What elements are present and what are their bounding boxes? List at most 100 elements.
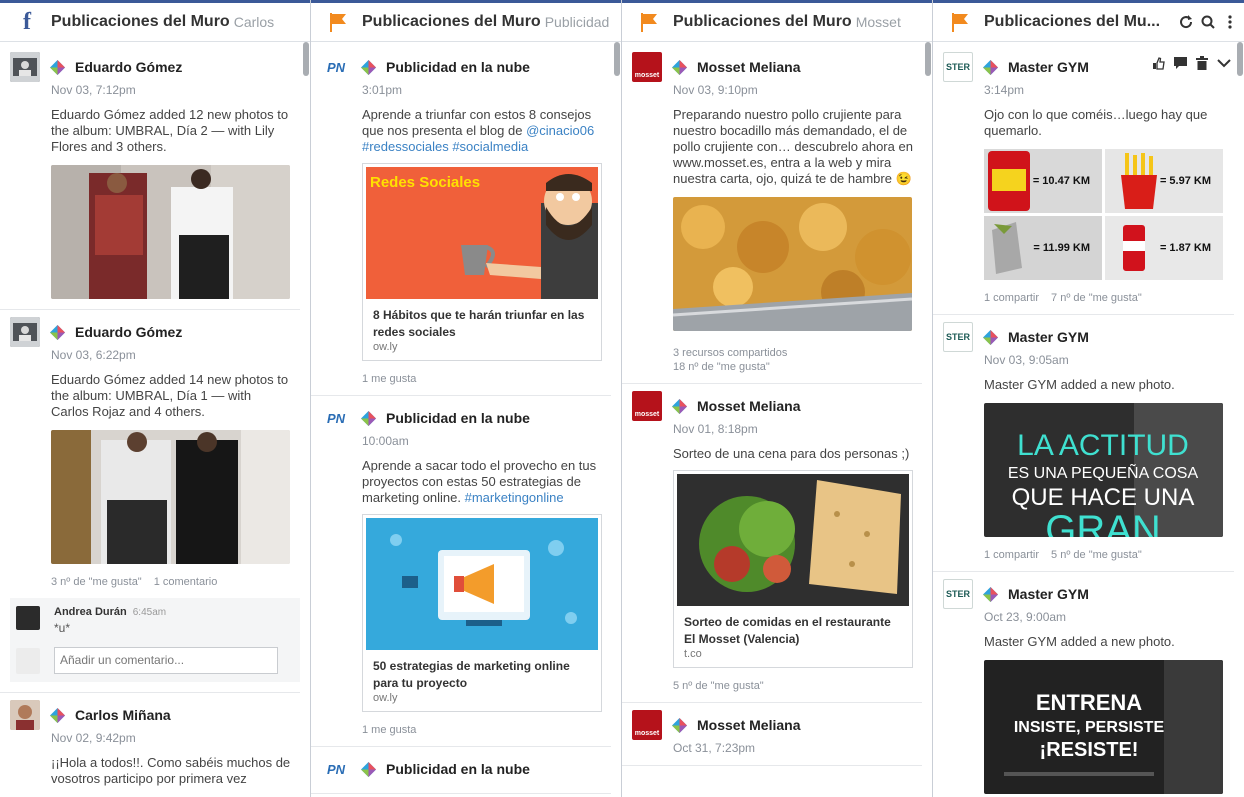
hootsuite-source-icon bbox=[672, 398, 687, 414]
likes-count[interactable]: 7 nº de "me gusta" bbox=[1051, 292, 1142, 304]
avatar[interactable]: PN bbox=[321, 754, 351, 784]
post-timestamp[interactable]: Nov 03, 9:10pm bbox=[673, 83, 922, 97]
column-header[interactable]: Publicaciones del Mu... bbox=[933, 0, 1244, 42]
shares-count[interactable]: 1 compartir bbox=[984, 549, 1039, 561]
chevron-down-icon[interactable] bbox=[1216, 55, 1232, 71]
author-name[interactable]: Eduardo Gómez bbox=[75, 324, 182, 340]
hootsuite-source-icon bbox=[983, 329, 998, 345]
likes-count[interactable]: 1 me gusta bbox=[362, 373, 416, 385]
avatar[interactable]: PN bbox=[321, 403, 351, 433]
avatar[interactable]: STER bbox=[943, 579, 973, 609]
avatar[interactable]: STER bbox=[943, 52, 973, 82]
avatar[interactable] bbox=[10, 700, 40, 730]
photo-grid-cell[interactable]: = 1.87 KM bbox=[1105, 216, 1223, 280]
image-text-2: ES UNA PEQUEÑA COSA bbox=[1008, 462, 1199, 482]
facebook-icon: f bbox=[23, 9, 31, 35]
post-photo[interactable] bbox=[51, 165, 290, 299]
likes-count[interactable]: 5 nº de "me gusta" bbox=[1051, 549, 1142, 561]
post: mosset Mosset Meliana Nov 03, 9:10pm Pre… bbox=[622, 45, 922, 384]
post-timestamp[interactable]: Nov 03, 7:12pm bbox=[51, 83, 300, 97]
add-comment-input[interactable]: Añadir un comentario... bbox=[54, 647, 278, 674]
link-preview-card[interactable]: 50 estrategias de marketing online para … bbox=[362, 514, 602, 712]
column-header[interactable]: Publicaciones del Muro Publicidad bbox=[311, 0, 621, 42]
likes-count[interactable]: 18 nº de "me gusta" bbox=[673, 361, 922, 373]
author-name[interactable]: Master GYM bbox=[1008, 586, 1089, 602]
post: mosset Mosset Meliana Oct 31, 7:23pm bbox=[622, 703, 922, 766]
post-photo[interactable]: ENTRENA INSISTE, PERSISTE ¡RESISTE! bbox=[984, 660, 1223, 794]
comment: Andrea Durán 6:45am *u* bbox=[16, 606, 294, 635]
link-preview-title[interactable]: Sorteo de comidas en el restaurante El M… bbox=[677, 606, 909, 648]
avatar[interactable] bbox=[10, 317, 40, 347]
likes-count[interactable]: 5 nº de "me gusta" bbox=[673, 680, 764, 692]
stream-column-gym: Publicaciones del Mu... STER Master GYM … bbox=[933, 0, 1244, 797]
scrollbar[interactable] bbox=[925, 42, 931, 76]
post-timestamp[interactable]: Nov 03, 6:22pm bbox=[51, 348, 300, 362]
author-name[interactable]: Mosset Meliana bbox=[697, 717, 800, 733]
comment-time: 6:45am bbox=[132, 607, 167, 618]
post-timestamp[interactable]: Nov 03, 9:05am bbox=[984, 353, 1234, 367]
author-name[interactable]: Eduardo Gómez bbox=[75, 59, 182, 75]
flag-icon bbox=[638, 11, 660, 33]
column-header[interactable]: Publicaciones del Muro Mosset bbox=[622, 0, 932, 42]
link-preview-image bbox=[677, 474, 909, 606]
scrollbar[interactable] bbox=[303, 42, 309, 76]
feed: mosset Mosset Meliana Nov 03, 9:10pm Pre… bbox=[622, 45, 922, 766]
link-preview-title[interactable]: 8 Hábitos que te harán triunfar en las r… bbox=[366, 299, 598, 341]
commenter-name[interactable]: Andrea Durán bbox=[54, 606, 127, 618]
post-photo[interactable]: LA ACTITUD ES UNA PEQUEÑA COSA QUE HACE … bbox=[984, 403, 1223, 537]
scrollbar[interactable] bbox=[1237, 42, 1243, 76]
post-timestamp[interactable]: Nov 01, 8:18pm bbox=[673, 422, 922, 436]
photo-grid-cell[interactable]: = 5.97 KM bbox=[1105, 149, 1223, 213]
hootsuite-source-icon bbox=[672, 717, 687, 733]
likes-count[interactable]: 1 me gusta bbox=[362, 724, 416, 736]
shares-count[interactable]: 3 recursos compartidos bbox=[673, 347, 922, 359]
post-hashtags[interactable]: #marketingonline bbox=[465, 490, 564, 505]
dashboard-board: f Publicaciones del Muro Carlos Eduardo … bbox=[0, 0, 1244, 797]
author-name[interactable]: Mosset Meliana bbox=[697, 59, 800, 75]
post-photo[interactable] bbox=[673, 197, 912, 331]
post-timestamp[interactable]: Nov 02, 9:42pm bbox=[51, 731, 300, 745]
link-preview-title[interactable]: 50 estrategias de marketing online para … bbox=[366, 650, 598, 692]
comment-icon[interactable] bbox=[1172, 55, 1188, 71]
avatar[interactable]: mosset bbox=[632, 52, 662, 82]
post-timestamp[interactable]: 10:00am bbox=[362, 434, 611, 448]
post-text: Aprende a sacar todo el provecho en tus … bbox=[362, 458, 603, 506]
avatar[interactable]: PN bbox=[321, 52, 351, 82]
column-header[interactable]: f Publicaciones del Muro Carlos bbox=[0, 0, 310, 42]
avatar[interactable] bbox=[10, 52, 40, 82]
author-name[interactable]: Publicidad en la nube bbox=[386, 410, 530, 426]
author-name[interactable]: Publicidad en la nube bbox=[386, 59, 530, 75]
author-name[interactable]: Carlos Miñana bbox=[75, 707, 171, 723]
avatar-logo-text: mosset bbox=[634, 72, 660, 79]
commenter-avatar[interactable] bbox=[16, 606, 40, 630]
post: PN Publicidad en la nube 3:01pm Aprende … bbox=[311, 45, 611, 396]
post-timestamp[interactable]: 3:01pm bbox=[362, 83, 611, 97]
post-timestamp[interactable]: 3:14pm bbox=[984, 83, 1234, 97]
likes-count[interactable]: 3 nº de "me gusta" bbox=[51, 576, 142, 588]
avatar[interactable]: STER bbox=[943, 322, 973, 352]
post-photo[interactable] bbox=[51, 430, 290, 564]
shares-count[interactable]: 1 compartir bbox=[984, 292, 1039, 304]
avatar-logo-text: PN bbox=[326, 761, 346, 777]
image-text-2: INSISTE, PERSISTE bbox=[1014, 719, 1165, 736]
comments-count[interactable]: 1 comentario bbox=[154, 576, 218, 588]
post-timestamp[interactable]: Oct 23, 9:00am bbox=[984, 610, 1234, 624]
refresh-icon[interactable] bbox=[1178, 13, 1194, 31]
photo-grid-cell[interactable]: = 10.47 KM bbox=[984, 149, 1102, 213]
photo-grid[interactable]: = 10.47 KM = 5.97 KM = 11.99 KM = 1.87 K… bbox=[984, 149, 1223, 280]
link-preview-card[interactable]: Sorteo de comidas en el restaurante El M… bbox=[673, 470, 913, 668]
more-options-icon[interactable] bbox=[1222, 13, 1238, 31]
author-name[interactable]: Publicidad en la nube bbox=[386, 761, 530, 777]
author-name[interactable]: Master GYM bbox=[1008, 329, 1089, 345]
post-timestamp[interactable]: Oct 31, 7:23pm bbox=[673, 741, 922, 755]
avatar[interactable]: mosset bbox=[632, 710, 662, 740]
link-preview-card[interactable]: Redes Sociales 8 Hábitos que te harán tr… bbox=[362, 163, 602, 361]
author-name[interactable]: Master GYM bbox=[1008, 59, 1089, 75]
like-icon[interactable] bbox=[1150, 55, 1166, 71]
photo-grid-cell[interactable]: = 11.99 KM bbox=[984, 216, 1102, 280]
avatar[interactable]: mosset bbox=[632, 391, 662, 421]
author-name[interactable]: Mosset Meliana bbox=[697, 398, 800, 414]
search-icon[interactable] bbox=[1200, 13, 1216, 31]
scrollbar[interactable] bbox=[614, 42, 620, 76]
delete-icon[interactable] bbox=[1194, 55, 1210, 71]
